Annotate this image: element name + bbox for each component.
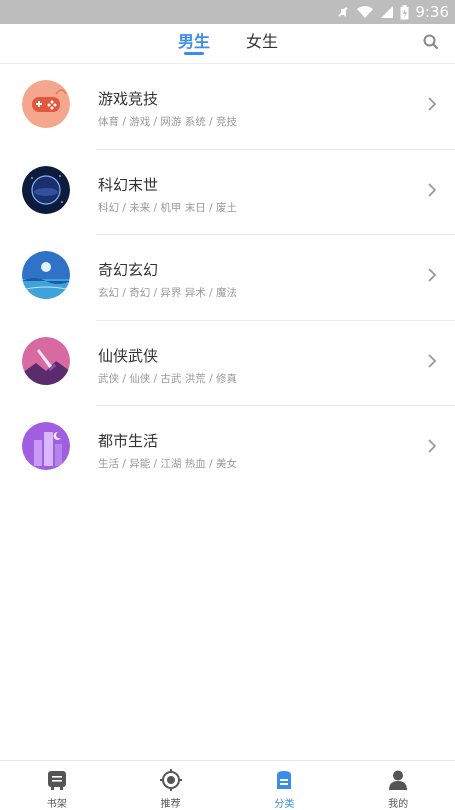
- category-title: 科幻末世: [98, 175, 159, 194]
- chevron-right-icon: [427, 96, 437, 112]
- status-bar: 9:36: [0, 0, 455, 24]
- tab-male[interactable]: 男生: [176, 28, 212, 60]
- battery-icon: [400, 4, 409, 20]
- category-row-fantasy[interactable]: 奇幻玄幻 玄幻 / 奇幻 / 异界 异术 / 魔法: [0, 235, 455, 321]
- category-tags: 生活 / 异能 / 江湖 热血 / 美女: [98, 458, 237, 470]
- top-tab-bar: 男生 女生: [0, 24, 455, 64]
- category-tags: 体育 / 游戏 / 网游 系统 / 竞技: [98, 116, 237, 128]
- gamepad-icon: [22, 80, 70, 128]
- nav-bookshelf[interactable]: 书架: [0, 761, 114, 810]
- tab-female[interactable]: 女生: [244, 28, 280, 60]
- chevron-right-icon: [427, 353, 437, 369]
- category-tags: 玄幻 / 奇幻 / 异界 异术 / 魔法: [98, 287, 237, 299]
- chevron-right-icon: [427, 438, 437, 454]
- nav-label: 我的: [388, 799, 409, 810]
- bookshelf-icon: [46, 769, 68, 791]
- chevron-right-icon: [427, 182, 437, 198]
- status-time: 9:36: [415, 3, 449, 21]
- nav-profile[interactable]: 我的: [341, 761, 455, 810]
- recommend-icon: [159, 769, 182, 791]
- category-title: 奇幻玄幻: [98, 261, 159, 279]
- category-tags: 武侠 / 仙侠 / 古武 洪荒 / 修真: [98, 372, 237, 385]
- nav-label: 推荐: [160, 799, 181, 810]
- category-title: 都市生活: [98, 432, 159, 450]
- fantasy-moon-icon: [22, 251, 70, 299]
- search-icon[interactable]: [421, 32, 441, 52]
- category-title: 游戏竞技: [98, 90, 159, 108]
- category-row-scifi[interactable]: 科幻末世 科幻 / 未来 / 机甲 末日 / 废土: [0, 150, 455, 235]
- category-icon: [273, 769, 295, 791]
- nav-category[interactable]: 分类: [228, 761, 342, 810]
- category-row-game[interactable]: 游戏竞技 体育 / 游戏 / 网游 系统 / 竞技: [0, 64, 455, 150]
- sword-icon: [22, 336, 70, 385]
- category-title: 仙侠武侠: [98, 346, 159, 365]
- wifi-icon: [356, 5, 374, 19]
- profile-icon: [387, 769, 409, 791]
- city-icon: [22, 422, 70, 470]
- category-list: 游戏竞技 体育 / 游戏 / 网游 系统 / 竞技 科幻末世 科幻 / 未来 /…: [0, 64, 455, 492]
- category-row-xianxia[interactable]: 仙侠武侠 武侠 / 仙侠 / 古武 洪荒 / 修真: [0, 321, 455, 406]
- nav-recommend[interactable]: 推荐: [114, 761, 228, 810]
- planet-icon: [22, 165, 70, 214]
- active-tab-indicator: [184, 52, 204, 55]
- chevron-right-icon: [427, 267, 437, 283]
- nav-label: 书架: [46, 799, 67, 810]
- mute-icon: [336, 5, 350, 19]
- category-row-urban[interactable]: 都市生活 生活 / 异能 / 江湖 热血 / 美女: [0, 406, 455, 492]
- bottom-nav: 书架 推荐 分类 我的: [0, 760, 455, 810]
- category-tags: 科幻 / 未来 / 机甲 末日 / 废土: [98, 201, 237, 214]
- signal-icon: [380, 5, 394, 19]
- nav-label: 分类: [274, 799, 295, 810]
